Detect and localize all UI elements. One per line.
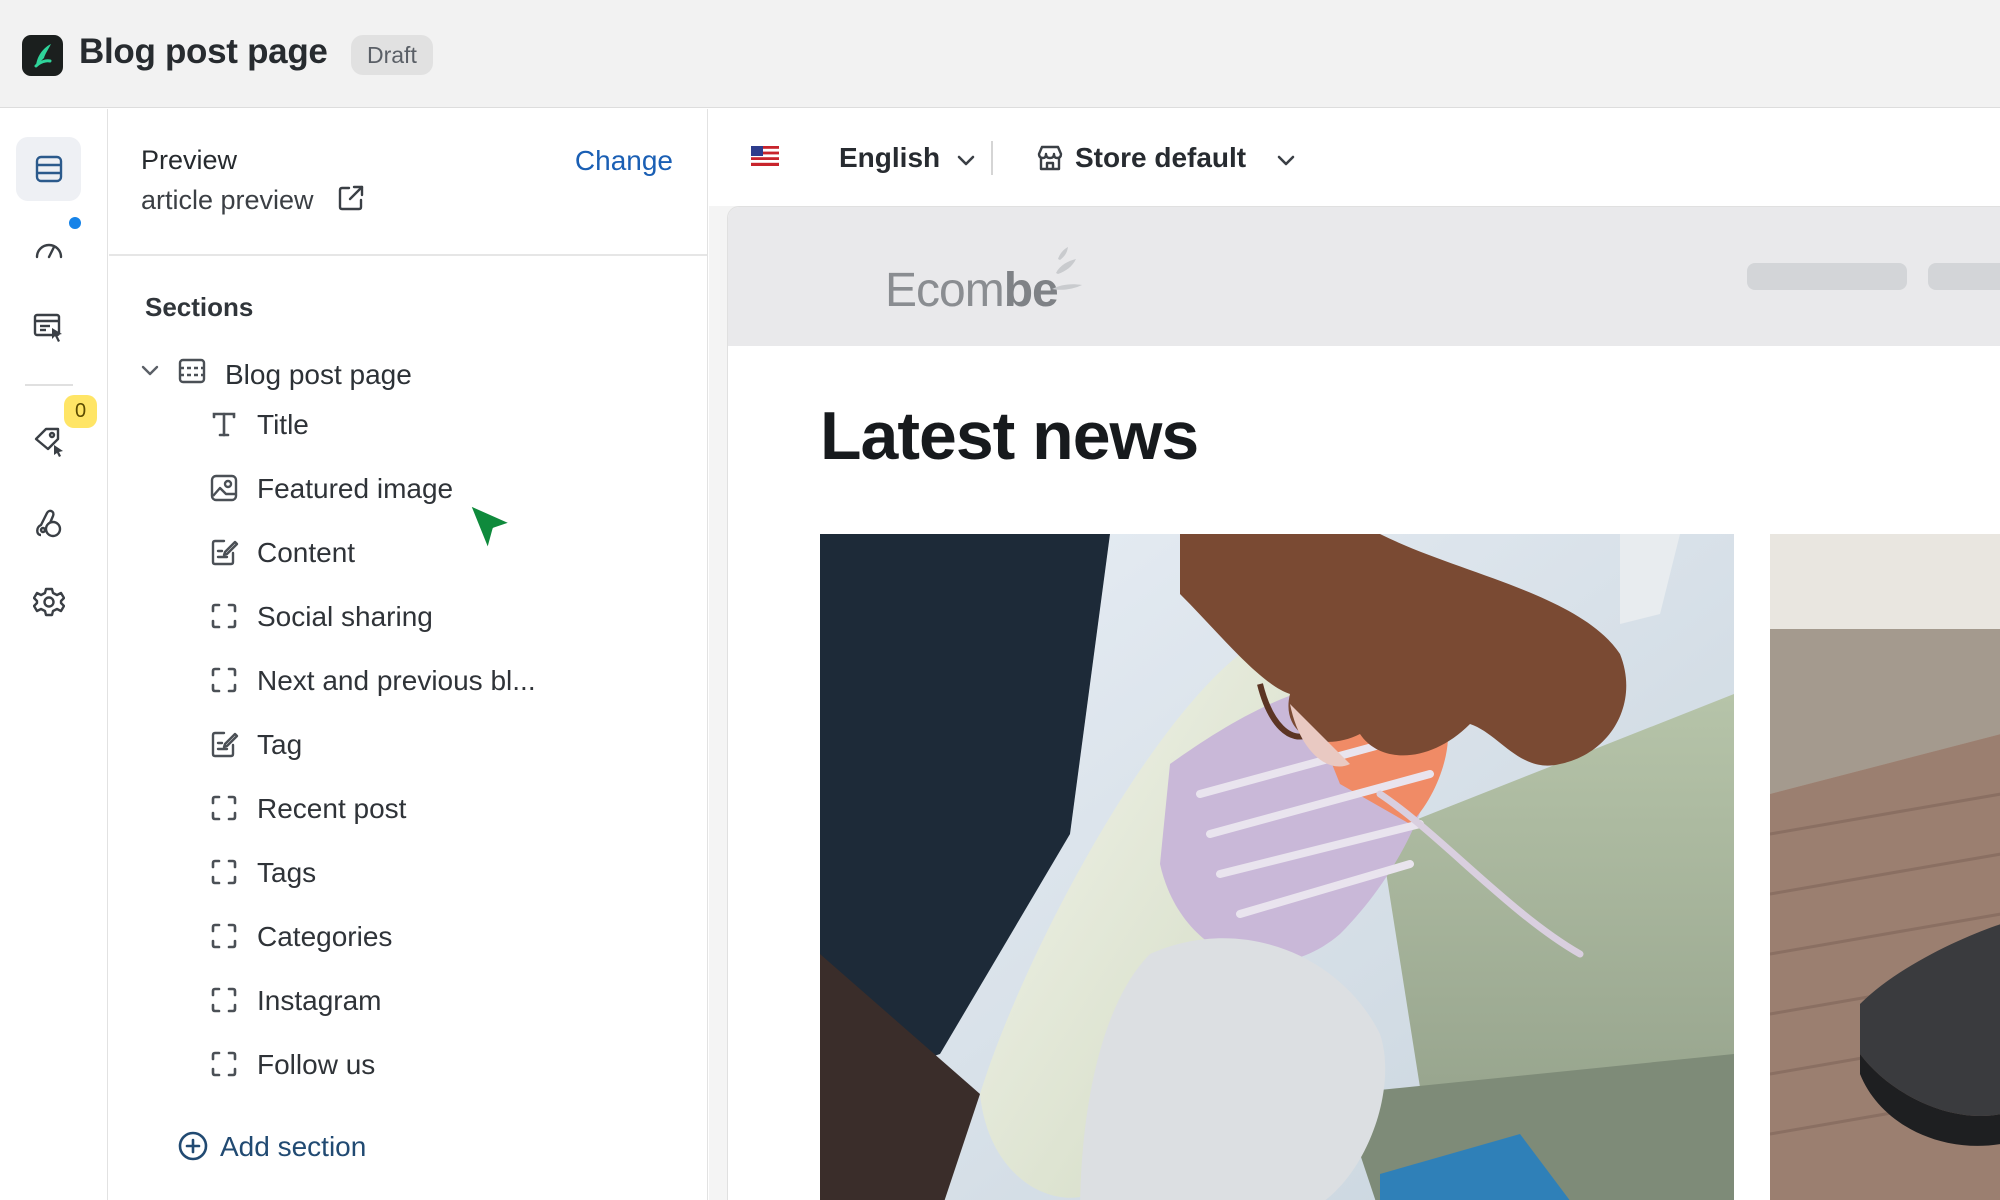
section-item-label: Title — [257, 409, 309, 440]
store-select[interactable]: Store default — [1035, 137, 1305, 181]
store-icon — [1035, 143, 1065, 178]
latest-news-heading: Latest news — [820, 398, 1199, 474]
add-section-label: Add section — [220, 1131, 367, 1162]
section-group-label: Blog post page — [225, 359, 412, 390]
section-item-label: Social sharing — [257, 601, 433, 632]
pages-icon — [33, 313, 62, 342]
section-item-categories[interactable]: Categories — [209, 911, 679, 961]
preview-value: article preview — [141, 185, 314, 215]
block-icon — [209, 793, 239, 823]
sections-nav-button[interactable] — [16, 137, 81, 201]
preview-canvas: English Store default Ecombe Latest news — [709, 109, 2000, 1200]
block-icon — [209, 985, 239, 1015]
site-header: Ecombe — [728, 207, 2000, 346]
section-item-label: Follow us — [257, 1049, 376, 1080]
theme-nav-button[interactable] — [16, 491, 81, 555]
section-item-label: Tags — [257, 857, 317, 888]
section-group-blog-post-page[interactable]: Blog post page — [139, 349, 679, 397]
plus-circle-icon — [177, 1130, 209, 1167]
logo-leaf-icon — [1048, 245, 1084, 302]
section-item-tags[interactable]: Tags — [209, 847, 679, 897]
section-item-label: Recent post — [257, 793, 407, 824]
block-icon — [209, 857, 239, 887]
blog-card-image[interactable] — [820, 534, 1734, 1200]
section-item-social-sharing[interactable]: Social sharing — [209, 591, 679, 641]
status-badge: Draft — [351, 35, 433, 75]
section-item-content[interactable]: Content — [209, 527, 679, 577]
sections-panel: Preview article preview Change Sections … — [109, 109, 708, 1200]
site-preview-frame[interactable]: Ecombe Latest news — [727, 206, 2000, 1200]
panel-divider — [109, 254, 707, 256]
speed-icon — [35, 243, 62, 259]
app-logo-icon[interactable] — [22, 35, 63, 76]
us-flag-icon — [751, 146, 779, 166]
edit-icon — [209, 537, 239, 567]
block-icon — [209, 665, 239, 695]
top-bar: Blog post page Draft — [0, 0, 2000, 108]
site-logo-text: Ecom — [885, 264, 1005, 317]
external-link-icon[interactable] — [336, 183, 366, 218]
section-item-instagram[interactable]: Instagram — [209, 975, 679, 1025]
gear-icon — [32, 587, 65, 617]
blog-card-image[interactable] — [1770, 534, 2000, 1200]
theme-icon — [35, 509, 61, 538]
toolbar-divider — [991, 141, 993, 175]
section-item-next-previous[interactable]: Next and previous bl... — [209, 655, 679, 705]
preview-label: Preview — [141, 145, 238, 175]
chevron-down-icon — [955, 149, 977, 176]
nav-placeholder — [1747, 263, 1907, 290]
rail-divider — [25, 384, 73, 386]
section-item-label: Featured image — [257, 473, 454, 504]
section-item-follow-us[interactable]: Follow us — [209, 1039, 679, 1089]
notification-dot — [67, 215, 83, 231]
change-preview-link[interactable]: Change — [575, 145, 673, 177]
cursor-arrow-icon — [466, 501, 516, 560]
chevron-down-icon — [1275, 149, 1297, 176]
count-badge: 0 — [64, 395, 97, 428]
block-icon — [209, 601, 239, 631]
chevron-down-icon[interactable] — [139, 359, 161, 386]
section-item-tag[interactable]: Tag — [209, 719, 679, 769]
add-section-button[interactable]: Add section — [177, 1122, 537, 1170]
section-item-featured-image[interactable]: Featured image — [209, 463, 679, 513]
section-item-label: Instagram — [257, 985, 382, 1016]
section-item-recent-post[interactable]: Recent post — [209, 783, 679, 833]
preview-toolbar: English Store default — [709, 109, 2000, 206]
section-item-label: Next and previous bl... — [257, 665, 536, 696]
edit-icon — [209, 729, 239, 759]
page-title: Blog post page — [79, 32, 328, 71]
section-template-icon — [177, 356, 207, 391]
section-item-label: Content — [257, 537, 356, 568]
block-icon — [209, 921, 239, 951]
settings-nav-button[interactable] — [16, 570, 81, 634]
block-icon — [209, 1049, 239, 1079]
nav-placeholder — [1928, 263, 2000, 290]
sections-icon — [35, 155, 62, 183]
section-item-label: Tag — [257, 729, 303, 760]
text-icon — [209, 409, 239, 439]
language-select[interactable]: English — [751, 137, 975, 181]
section-item-label: Categories — [257, 921, 393, 952]
store-label: Store default — [1075, 142, 1247, 173]
sections-heading: Sections — [145, 292, 254, 322]
pages-nav-button[interactable] — [16, 296, 81, 360]
language-label: English — [839, 142, 941, 173]
site-logo[interactable]: Ecombe — [885, 263, 1059, 318]
tag-icon — [34, 427, 63, 457]
image-icon — [209, 473, 239, 503]
section-item-title[interactable]: Title — [209, 399, 679, 449]
